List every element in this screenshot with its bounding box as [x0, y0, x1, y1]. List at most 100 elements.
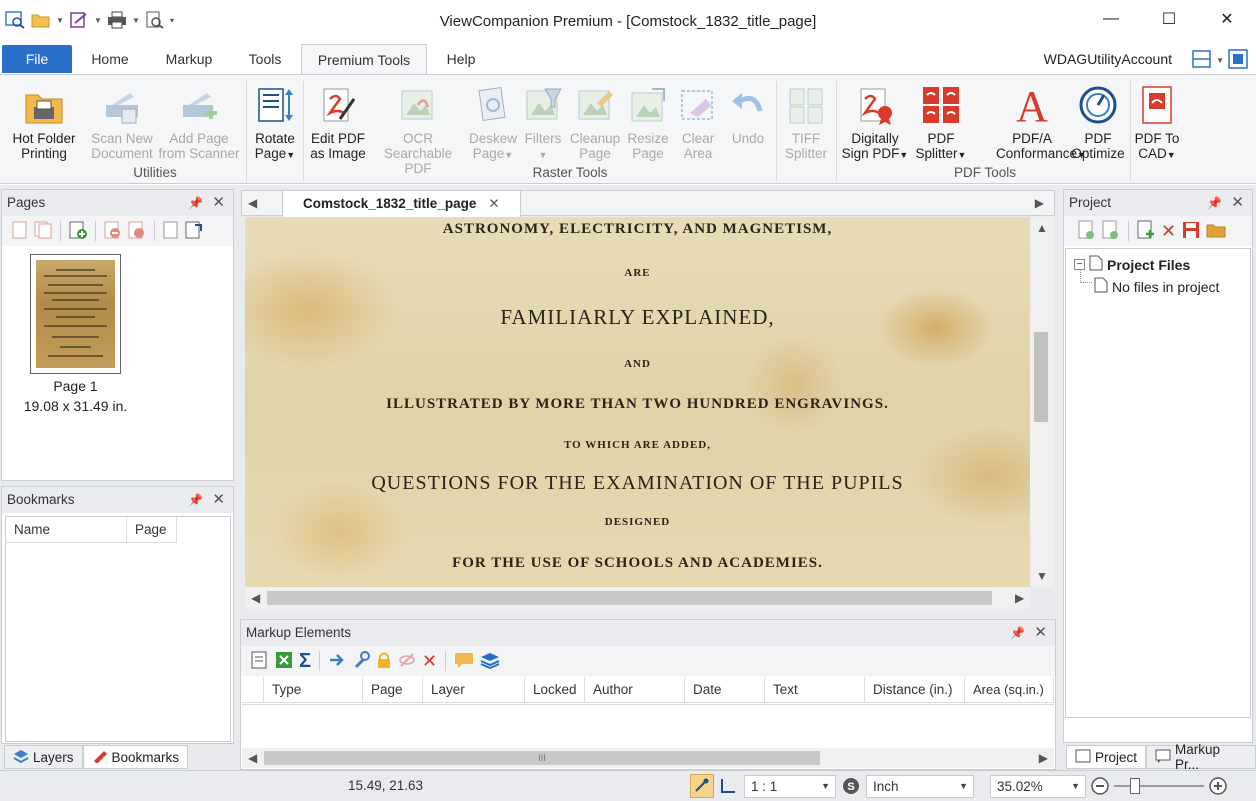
page-first-icon[interactable] [12, 221, 28, 242]
markup-scroll-thumb[interactable]: III [264, 751, 820, 765]
tab-scroll-right-icon[interactable]: ▶ [1035, 196, 1044, 210]
scroll-left-icon[interactable]: ◀ [251, 591, 260, 605]
scroll-up-icon[interactable]: ▲ [1036, 221, 1048, 235]
column-header-type[interactable]: Type [264, 677, 363, 703]
scale-select[interactable]: 1 : 1 ▼ [744, 775, 836, 798]
tab-help[interactable]: Help [436, 44, 486, 74]
project-refresh-icon[interactable] [1102, 220, 1120, 243]
vertical-scrollbar[interactable]: ▲ ▼ [1030, 217, 1054, 587]
column-header-date[interactable]: Date [685, 677, 765, 703]
scroll-right-icon[interactable]: ▶ [1015, 591, 1024, 605]
project-add-icon[interactable] [1137, 220, 1155, 243]
pin-icon[interactable]: 📌 [188, 487, 203, 513]
cleanup-page-button[interactable]: Cleanup Page [568, 79, 622, 161]
layout-icon[interactable] [1192, 50, 1212, 71]
layout-dropdown-icon[interactable]: ▼ [1216, 56, 1224, 65]
close-icon[interactable]: ✕ [1034, 620, 1047, 646]
wrench-icon[interactable] [352, 650, 371, 672]
zoom-out-button[interactable] [1090, 776, 1110, 799]
markup-hscrollbar[interactable]: ◀ III ▶ [242, 748, 1054, 768]
comment-icon[interactable] [454, 651, 474, 672]
pdf-splitter-button[interactable]: PDF Splitter▼ [912, 79, 970, 163]
units-select[interactable]: Inch ▼ [866, 775, 974, 798]
tab-project[interactable]: Project [1066, 745, 1147, 769]
open-dropdown-icon[interactable]: ▼ [56, 10, 64, 30]
project-save-icon[interactable] [1182, 221, 1200, 242]
hot-folder-printing-button[interactable]: Hot Folder Printing [8, 79, 80, 161]
close-tab-icon[interactable]: ✕ [488, 196, 499, 211]
tiff-splitter-button[interactable]: TIFF Splitter [780, 79, 832, 161]
tab-markup[interactable]: Markup [152, 44, 226, 74]
lock-icon[interactable] [376, 651, 392, 672]
column-header-page[interactable]: Page [127, 517, 177, 543]
edit-dropdown-icon[interactable]: ▼ [94, 10, 102, 30]
hide-icon[interactable] [398, 651, 416, 672]
tree-node-empty[interactable]: No files in project [1094, 277, 1219, 296]
column-header-locked[interactable]: Locked [525, 677, 585, 703]
horizontal-scrollbar[interactable]: ◀ ▶ [245, 587, 1030, 609]
column-header-text[interactable]: Text [765, 677, 865, 703]
page-delete-icon[interactable] [104, 221, 122, 242]
tab-scroll-left-icon[interactable]: ◀ [248, 196, 257, 210]
column-header-name[interactable]: Name [6, 517, 127, 543]
app-icon[interactable] [4, 10, 26, 30]
rotate-page-button[interactable]: Rotate Page▼ [250, 79, 300, 163]
pin-icon[interactable]: 📌 [188, 190, 203, 216]
window-icon[interactable] [1228, 49, 1248, 72]
zoom-select[interactable]: 35.02% ▼ [990, 775, 1086, 798]
zoom-slider[interactable] [1114, 778, 1204, 794]
open-folder-icon[interactable] [30, 10, 52, 30]
pin-icon[interactable]: 📌 [1207, 190, 1222, 216]
page-thumbnail[interactable] [30, 254, 121, 374]
print-preview-icon[interactable] [144, 10, 166, 30]
deskew-page-button[interactable]: Deskew Page▼ [466, 79, 520, 163]
project-remove-icon[interactable]: ✕ [1161, 222, 1176, 240]
project-tree[interactable]: − Project Files No files in project [1065, 248, 1251, 718]
filters-button[interactable]: Filters ▼ [520, 79, 566, 163]
ortho-toggle[interactable] [719, 777, 737, 798]
column-header-page[interactable]: Page [363, 677, 423, 703]
pdf-optimize-button[interactable]: PDF Optimize [1070, 79, 1126, 161]
pdfa-conformance-button[interactable]: A PDF/A Conformance▼ [996, 79, 1086, 163]
page-copy-icon[interactable] [34, 221, 52, 242]
markup-list-icon[interactable] [251, 651, 269, 672]
scroll-left-icon[interactable]: ◀ [248, 751, 257, 765]
close-icon[interactable]: ✕ [212, 190, 225, 216]
customize-qat-icon[interactable]: ▾ [170, 10, 178, 30]
page-import-icon[interactable] [185, 221, 203, 242]
column-header-distance[interactable]: Distance (in.) [865, 677, 965, 703]
pin-icon[interactable]: 📌 [1010, 620, 1025, 646]
horizontal-scroll-thumb[interactable] [267, 591, 992, 605]
document-view[interactable]: ASTRONOMY, ELECTRICITY, AND MAGNETISM, A… [245, 217, 1030, 587]
print-dropdown-icon[interactable]: ▼ [132, 10, 140, 30]
project-open-icon[interactable] [1078, 220, 1096, 243]
account-name[interactable]: WDAGUtilityAccount [1044, 44, 1172, 74]
layers-stack-icon[interactable] [480, 651, 500, 672]
zoom-in-button[interactable] [1208, 776, 1228, 799]
resize-page-button[interactable]: Resize Page [624, 79, 672, 161]
scroll-right-icon[interactable]: ▶ [1039, 751, 1048, 765]
zoom-slider-thumb[interactable] [1130, 778, 1140, 794]
excel-export-icon[interactable] [275, 651, 293, 672]
tab-premium-tools[interactable]: Premium Tools [301, 44, 427, 75]
minimize-button[interactable]: — [1082, 0, 1140, 38]
maximize-button[interactable]: ☐ [1140, 0, 1198, 38]
ocr-searchable-pdf-button[interactable]: OCR Searchable PDF [370, 79, 466, 176]
project-folder-icon[interactable] [1206, 221, 1226, 242]
vertical-scroll-thumb[interactable] [1034, 332, 1048, 422]
snap-toggle[interactable] [690, 774, 714, 798]
tab-home[interactable]: Home [78, 44, 142, 74]
tab-layers[interactable]: Layers [4, 745, 83, 769]
scan-new-document-button[interactable]: Scan New Document [88, 79, 156, 161]
tab-file[interactable]: File [2, 45, 72, 73]
add-page-from-scanner-button[interactable]: Add Page from Scanner [156, 79, 242, 161]
bookmarks-list[interactable]: Name Page [5, 516, 231, 742]
page-export-icon[interactable] [163, 221, 179, 242]
column-header-area[interactable]: Area (sq.in.) [965, 677, 1054, 703]
undo-button[interactable]: Undo [724, 79, 772, 146]
delete-icon[interactable]: ✕ [422, 652, 437, 670]
page-add-icon[interactable] [69, 221, 87, 242]
page-remove-icon[interactable] [128, 221, 146, 242]
close-icon[interactable]: ✕ [1231, 190, 1244, 216]
close-icon[interactable]: ✕ [212, 487, 225, 513]
